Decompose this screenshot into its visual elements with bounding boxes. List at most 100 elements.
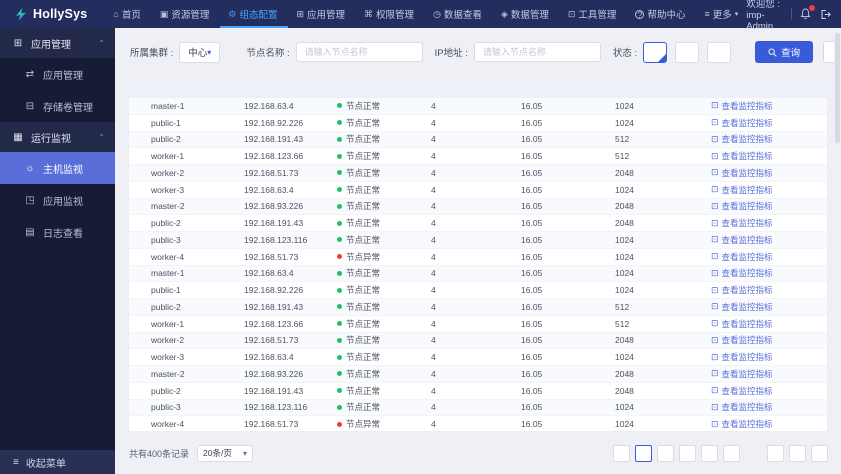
- view-metrics-label: 查看监控指标: [721, 100, 773, 111]
- status-label: 状态 :: [612, 48, 638, 59]
- table-footer: 共有400条记录 20条/页 ▾: [129, 443, 828, 463]
- sidebar-item[interactable]: ◳ 应用监视: [0, 184, 115, 216]
- logout-icon[interactable]: [820, 9, 831, 20]
- node-actions: ⊡ 查看监控指标: [711, 284, 827, 296]
- pagination-button[interactable]: [789, 444, 806, 462]
- sidebar-item[interactable]: ⊞ 应用管理 ⌃: [0, 28, 115, 58]
- nav-item[interactable]: ⊡ 工具管理: [560, 0, 628, 28]
- view-metrics-link[interactable]: ⊡ 查看监控指标: [711, 150, 773, 162]
- view-metrics-link[interactable]: ⊡ 查看监控指标: [711, 217, 773, 229]
- pagination-button[interactable]: [635, 444, 652, 462]
- nav-item[interactable]: ◈ 数据管理: [493, 0, 560, 28]
- view-metrics-link[interactable]: ⊡ 查看监控指标: [711, 301, 773, 313]
- status-text: 节点正常: [346, 335, 381, 346]
- nav-item-icon: ▣: [159, 8, 169, 19]
- view-metrics-link[interactable]: ⊡ 查看监控指标: [711, 401, 773, 413]
- pagination-button[interactable]: [701, 444, 718, 462]
- nav-item[interactable]: ⌘ 权限管理: [356, 0, 425, 28]
- monitor-icon: ⊡: [711, 217, 719, 228]
- pagination-button[interactable]: [657, 444, 674, 462]
- nav-item[interactable]: ⚙ 组态配置: [220, 0, 288, 28]
- node-ip: 192.168.191.43: [244, 218, 304, 229]
- nav-item[interactable]: ? 帮助中心: [627, 0, 696, 28]
- node-actions: ⊡ 查看监控指标: [711, 418, 827, 430]
- sidebar-item[interactable]: ☼ 主机监视: [0, 152, 115, 184]
- view-metrics-link[interactable]: ⊡ 查看监控指标: [711, 334, 773, 346]
- nav-item[interactable]: ⊞ 应用管理: [288, 0, 356, 28]
- view-metrics-link[interactable]: ⊡ 查看监控指标: [711, 117, 773, 129]
- nav-item[interactable]: ⌂ 首页: [105, 0, 151, 28]
- node-name: public-2: [151, 385, 181, 396]
- view-metrics-link[interactable]: ⊡ 查看监控指标: [711, 200, 773, 212]
- scrollbar-thumb[interactable]: [835, 33, 840, 143]
- view-metrics-link[interactable]: ⊡ 查看监控指标: [711, 100, 773, 112]
- search-button[interactable]: 查询: [755, 41, 814, 63]
- view-metrics-link[interactable]: ⊡ 查看监控指标: [711, 234, 773, 246]
- table-row: master-1 192.168.63.4 节点正常 4 16.05 1024 …: [129, 98, 827, 115]
- node-name-input[interactable]: [295, 42, 423, 62]
- status-filter-button[interactable]: [707, 41, 732, 63]
- view-metrics-link[interactable]: ⊡ 查看监控指标: [711, 351, 773, 363]
- nav-item-label: 权限管理: [376, 10, 415, 21]
- node-name: master-1: [151, 268, 185, 279]
- monitor-icon: ⊡: [711, 334, 719, 345]
- sidebar-item[interactable]: ⊟ 存储卷管理: [0, 90, 115, 122]
- view-metrics-label: 查看监控指标: [721, 218, 773, 229]
- sidebar-item[interactable]: ▦ 运行监视 ⌃: [0, 122, 115, 152]
- node-actions: ⊡ 查看监控指标: [711, 401, 827, 413]
- pagination-button[interactable]: [679, 444, 696, 462]
- bell-icon[interactable]: [800, 5, 815, 20]
- ip-input[interactable]: [473, 42, 601, 62]
- page-size-select[interactable]: 20条/页 ▾: [197, 444, 254, 462]
- node-status: 节点正常: [337, 301, 431, 313]
- sidebar-item[interactable]: ▤ 日志查看: [0, 216, 115, 248]
- node-cpu: 4: [431, 368, 436, 379]
- node-actions: ⊡ 查看监控指标: [711, 200, 827, 212]
- status-text: 节点正常: [346, 151, 381, 162]
- status-filter-button[interactable]: [643, 41, 668, 63]
- pagination-button[interactable]: [811, 444, 828, 462]
- page-size-value: 20条/页: [203, 448, 232, 458]
- scrollbar[interactable]: [834, 28, 841, 474]
- node-name: public-2: [151, 134, 181, 145]
- view-metrics-link[interactable]: ⊡ 查看监控指标: [711, 284, 773, 296]
- top-navbar: HollySys ⌂ 首页 ▣ 资源管理 ⚙ 组态配置 ⊞ 应用管理 ⌘ 权限管…: [0, 0, 841, 32]
- collapse-menu-button[interactable]: ≡ 收起菜单: [0, 450, 115, 474]
- cluster-select[interactable]: 中心 ▾: [179, 41, 221, 63]
- status-filter-group: [643, 41, 739, 63]
- node-cpu: 4: [431, 167, 436, 178]
- sidebar-item-icon: ▦: [13, 131, 23, 143]
- pagination-button[interactable]: [613, 444, 630, 462]
- status-filter-button[interactable]: [675, 41, 700, 63]
- node-memory: 16.05: [521, 352, 543, 363]
- view-metrics-link[interactable]: ⊡ 查看监控指标: [711, 267, 773, 279]
- nav-item[interactable]: ◷ 数据查看: [425, 0, 493, 28]
- table-row: master-2 192.168.93.226 节点正常 4 16.05 204…: [129, 366, 827, 383]
- pagination-button[interactable]: [723, 444, 740, 462]
- node-actions: ⊡ 查看监控指标: [711, 385, 827, 397]
- node-status: 节点正常: [337, 167, 431, 179]
- pagination-button[interactable]: [767, 444, 784, 462]
- nav-item[interactable]: ≡ 更多 ▾: [696, 0, 746, 28]
- nav-item[interactable]: ▣ 资源管理: [152, 0, 221, 28]
- node-cpu: 4: [431, 301, 436, 312]
- nav-item-label: 首页: [121, 10, 141, 21]
- view-metrics-link[interactable]: ⊡ 查看监控指标: [711, 385, 773, 397]
- view-metrics-link[interactable]: ⊡ 查看监控指标: [711, 418, 773, 430]
- node-status: 节点正常: [337, 401, 431, 413]
- view-metrics-link[interactable]: ⊡ 查看监控指标: [711, 368, 773, 380]
- view-metrics-link[interactable]: ⊡ 查看监控指标: [711, 251, 773, 263]
- node-cpu: 4: [431, 335, 436, 346]
- view-metrics-label: 查看监控指标: [721, 368, 773, 379]
- view-metrics-link[interactable]: ⊡ 查看监控指标: [711, 184, 773, 196]
- node-cpu: 4: [431, 234, 436, 245]
- view-metrics-link[interactable]: ⊡ 查看监控指标: [711, 133, 773, 145]
- view-metrics-label: 查看监控指标: [721, 318, 773, 329]
- pagination-button[interactable]: [745, 445, 762, 462]
- view-metrics-link[interactable]: ⊡ 查看监控指标: [711, 318, 773, 330]
- view-metrics-link[interactable]: ⊡ 查看监控指标: [711, 167, 773, 179]
- table-row: public-3 192.168.123.116 节点正常 4 16.05 10…: [129, 232, 827, 249]
- node-cpu: 4: [431, 117, 436, 128]
- sidebar-item[interactable]: ⇄ 应用管理: [0, 58, 115, 90]
- view-metrics-label: 查看监控指标: [721, 151, 773, 162]
